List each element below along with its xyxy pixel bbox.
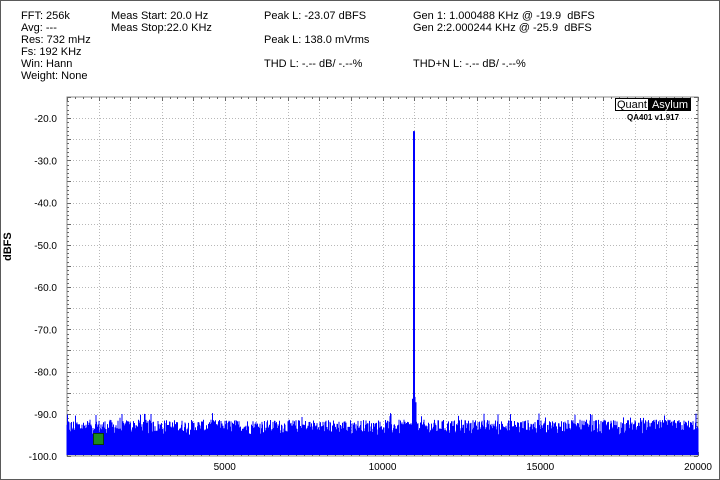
logo-part-asylum: Asylum [648, 98, 692, 111]
y-tick-label: -50.0 [34, 241, 57, 252]
y-tick-label: -30.0 [34, 156, 57, 167]
y-tick-label: -40.0 [34, 199, 57, 210]
plot-area [66, 96, 699, 457]
x-tick-label: 10000 [369, 462, 397, 473]
spectrum-plot[interactable]: -20.0 -30.0 -40.0 -50.0 -60.0 -70.0 -80.0 -90.0… [1, 1, 719, 479]
logo-part-quant: Quant [615, 98, 649, 111]
y-tick-label: -20.0 [34, 114, 57, 125]
y-tick-label: -90.0 [34, 410, 57, 421]
y-tick-label: -70.0 [34, 325, 57, 336]
y-tick-label: -60.0 [34, 283, 57, 294]
x-tick-label: 15000 [526, 462, 554, 473]
x-tick-label: 20000 [684, 462, 712, 473]
x-tick-label: 5000 [214, 462, 237, 473]
y-tick-label: -80.0 [34, 368, 57, 379]
quantasylum-logo: Quant Asylum [615, 98, 692, 111]
y-tick-label: -100.0 [29, 452, 58, 463]
version-label: QA401 v1.917 [627, 113, 680, 122]
cursor-marker[interactable] [93, 433, 104, 445]
analyzer-window: FFT: 256k Avg: --- Res: 732 mHz Fs: 192 … [0, 0, 720, 480]
